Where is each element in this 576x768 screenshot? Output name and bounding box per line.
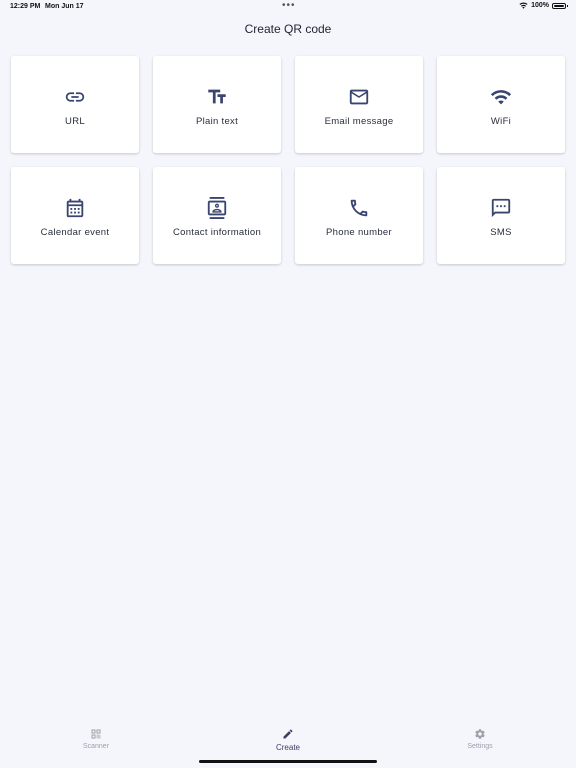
option-card-plain-text[interactable]: Plain text <box>153 56 281 153</box>
phone-icon <box>350 199 368 217</box>
status-date: Mon Jun 17 <box>45 3 84 10</box>
wifi-icon <box>490 90 512 105</box>
multitasking-dots[interactable]: ••• <box>282 0 296 11</box>
envelope-icon <box>349 89 369 105</box>
tab-label: Create <box>275 743 300 752</box>
gear-icon <box>475 729 485 739</box>
option-label: SMS <box>490 227 512 238</box>
tab-label: Settings <box>467 743 493 750</box>
pencil-icon <box>283 729 293 739</box>
wifi-icon <box>519 2 528 9</box>
option-card-url[interactable]: URL <box>11 56 139 153</box>
option-grid: URL Plain text Email message WiFi Calend… <box>11 56 565 264</box>
option-label: URL <box>65 116 85 127</box>
message-icon <box>491 198 511 218</box>
link-icon <box>65 92 85 102</box>
status-bar: 12:29 PM Mon Jun 17 ••• 100% <box>0 0 576 14</box>
option-card-phone[interactable]: Phone number <box>295 167 423 264</box>
option-label: Email message <box>324 116 394 127</box>
option-card-wifi[interactable]: WiFi <box>437 56 565 153</box>
option-label: Contact information <box>172 227 262 238</box>
text-icon <box>208 89 226 104</box>
calendar-icon <box>66 198 84 218</box>
option-label: WiFi <box>490 116 512 127</box>
battery-fill <box>554 4 564 7</box>
option-card-calendar[interactable]: Calendar event <box>11 167 139 264</box>
qr-code-icon <box>91 729 101 739</box>
page-title: Create QR code <box>244 22 332 36</box>
tab-settings[interactable]: Settings <box>440 728 520 750</box>
option-label: Plain text <box>195 116 239 127</box>
option-card-email[interactable]: Email message <box>295 56 423 153</box>
contact-card-icon <box>207 197 227 219</box>
status-time: 12:29 PM <box>10 3 41 10</box>
option-label: Calendar event <box>40 227 110 238</box>
tab-scanner[interactable]: Scanner <box>56 728 136 750</box>
option-card-contact[interactable]: Contact information <box>153 167 281 264</box>
tab-create[interactable]: Create <box>248 728 328 752</box>
battery-icon <box>552 2 568 9</box>
option-label: Phone number <box>326 227 392 238</box>
home-indicator <box>199 760 377 763</box>
status-right: 100% <box>519 2 568 9</box>
battery-percentage: 100% <box>531 2 549 9</box>
tab-label: Scanner <box>82 743 110 750</box>
option-card-sms[interactable]: SMS <box>437 167 565 264</box>
